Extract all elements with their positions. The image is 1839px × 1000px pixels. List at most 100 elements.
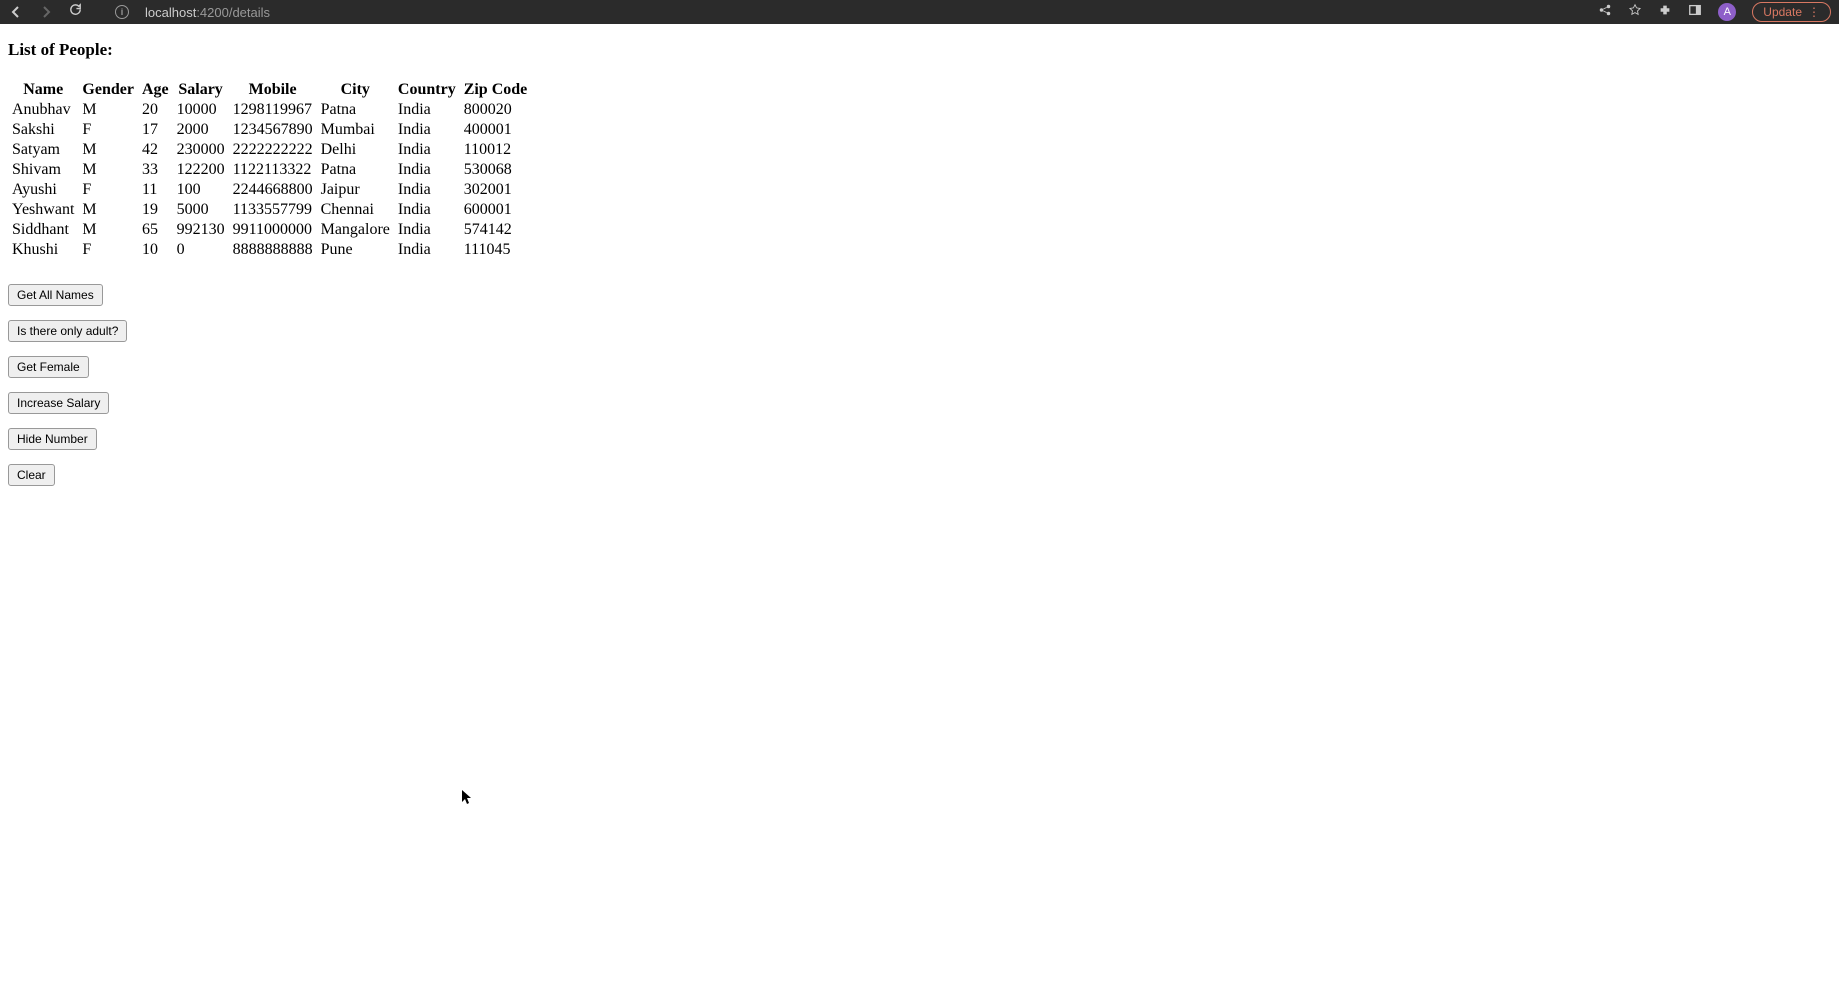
reload-icon[interactable]: [68, 2, 83, 22]
page-title: List of People:: [8, 40, 1831, 60]
cell-zip: 302001: [460, 180, 532, 200]
cell-gender: M: [78, 200, 138, 220]
cell-salary: 230000: [173, 140, 229, 160]
cell-gender: M: [78, 140, 138, 160]
cell-city: Delhi: [317, 140, 394, 160]
cell-age: 33: [138, 160, 173, 180]
update-button[interactable]: Update ⋮: [1752, 2, 1831, 22]
table-row: SatyamM422300002222222222DelhiIndia11001…: [8, 140, 531, 160]
cell-mobile: 1122113322: [229, 160, 317, 180]
col-mobile: Mobile: [229, 80, 317, 100]
cell-gender: M: [78, 220, 138, 240]
button-group: Get All Names Is there only adult? Get F…: [8, 284, 1831, 486]
share-icon[interactable]: [1598, 3, 1612, 22]
cell-country: India: [394, 240, 460, 260]
cell-age: 42: [138, 140, 173, 160]
cell-zip: 110012: [460, 140, 532, 160]
cell-city: Chennai: [317, 200, 394, 220]
cell-age: 11: [138, 180, 173, 200]
cell-country: India: [394, 160, 460, 180]
page-content: List of People: Name Gender Age Salary M…: [0, 24, 1839, 494]
table-row: AyushiF111002244668800JaipurIndia302001: [8, 180, 531, 200]
cell-city: Patna: [317, 100, 394, 120]
cell-country: India: [394, 120, 460, 140]
menu-kebab-icon: ⋮: [1808, 5, 1820, 19]
table-row: ShivamM331222001122113322PatnaIndia53006…: [8, 160, 531, 180]
col-age: Age: [138, 80, 173, 100]
cell-salary: 122200: [173, 160, 229, 180]
only-adult-button[interactable]: Is there only adult?: [8, 320, 127, 342]
cell-zip: 530068: [460, 160, 532, 180]
col-zip: Zip Code: [460, 80, 532, 100]
cell-gender: F: [78, 120, 138, 140]
mouse-cursor-icon: [462, 790, 474, 811]
forward-icon[interactable]: [38, 4, 54, 20]
get-female-button[interactable]: Get Female: [8, 356, 89, 378]
clear-button[interactable]: Clear: [8, 464, 55, 486]
back-icon[interactable]: [8, 4, 24, 20]
cell-zip: 574142: [460, 220, 532, 240]
cell-name: Yeshwant: [8, 200, 78, 220]
browser-toolbar: i localhost:4200/details A Update ⋮: [0, 0, 1839, 24]
site-info-icon[interactable]: i: [115, 5, 129, 19]
profile-avatar[interactable]: A: [1718, 3, 1736, 21]
cell-gender: M: [78, 100, 138, 120]
cell-name: Khushi: [8, 240, 78, 260]
cell-city: Pune: [317, 240, 394, 260]
cell-zip: 800020: [460, 100, 532, 120]
cell-salary: 0: [173, 240, 229, 260]
url-host: localhost: [145, 5, 196, 20]
cell-name: Siddhant: [8, 220, 78, 240]
cell-age: 65: [138, 220, 173, 240]
get-all-names-button[interactable]: Get All Names: [8, 284, 103, 306]
cell-salary: 2000: [173, 120, 229, 140]
cell-mobile: 2244668800: [229, 180, 317, 200]
col-name: Name: [8, 80, 78, 100]
people-table: Name Gender Age Salary Mobile City Count…: [8, 80, 531, 260]
cell-gender: F: [78, 240, 138, 260]
cell-gender: M: [78, 160, 138, 180]
cell-mobile: 2222222222: [229, 140, 317, 160]
hide-number-button[interactable]: Hide Number: [8, 428, 97, 450]
update-label: Update: [1763, 5, 1802, 19]
cell-age: 19: [138, 200, 173, 220]
table-row: YeshwantM1950001133557799ChennaiIndia600…: [8, 200, 531, 220]
cell-gender: F: [78, 180, 138, 200]
cell-city: Jaipur: [317, 180, 394, 200]
cell-name: Satyam: [8, 140, 78, 160]
table-row: SiddhantM659921309911000000MangaloreIndi…: [8, 220, 531, 240]
col-city: City: [317, 80, 394, 100]
nav-buttons: [8, 2, 83, 22]
cell-zip: 400001: [460, 120, 532, 140]
cell-salary: 992130: [173, 220, 229, 240]
cell-country: India: [394, 100, 460, 120]
increase-salary-button[interactable]: Increase Salary: [8, 392, 109, 414]
url-bar[interactable]: localhost:4200/details: [145, 5, 270, 20]
table-row: SakshiF1720001234567890MumbaiIndia400001: [8, 120, 531, 140]
cell-salary: 5000: [173, 200, 229, 220]
side-panel-icon[interactable]: [1688, 3, 1702, 22]
cell-mobile: 9911000000: [229, 220, 317, 240]
cell-age: 17: [138, 120, 173, 140]
cell-name: Shivam: [8, 160, 78, 180]
cell-city: Patna: [317, 160, 394, 180]
cell-mobile: 8888888888: [229, 240, 317, 260]
cell-zip: 600001: [460, 200, 532, 220]
cell-city: Mumbai: [317, 120, 394, 140]
col-gender: Gender: [78, 80, 138, 100]
table-header-row: Name Gender Age Salary Mobile City Count…: [8, 80, 531, 100]
bookmark-star-icon[interactable]: [1628, 3, 1642, 22]
table-row: AnubhavM20100001298119967PatnaIndia80002…: [8, 100, 531, 120]
extensions-icon[interactable]: [1658, 3, 1672, 22]
cell-salary: 100: [173, 180, 229, 200]
cell-name: Ayushi: [8, 180, 78, 200]
browser-right-icons: A Update ⋮: [1598, 2, 1831, 22]
col-salary: Salary: [173, 80, 229, 100]
cell-mobile: 1234567890: [229, 120, 317, 140]
cell-name: Sakshi: [8, 120, 78, 140]
cell-age: 10: [138, 240, 173, 260]
cell-country: India: [394, 140, 460, 160]
cell-mobile: 1133557799: [229, 200, 317, 220]
col-country: Country: [394, 80, 460, 100]
cell-name: Anubhav: [8, 100, 78, 120]
